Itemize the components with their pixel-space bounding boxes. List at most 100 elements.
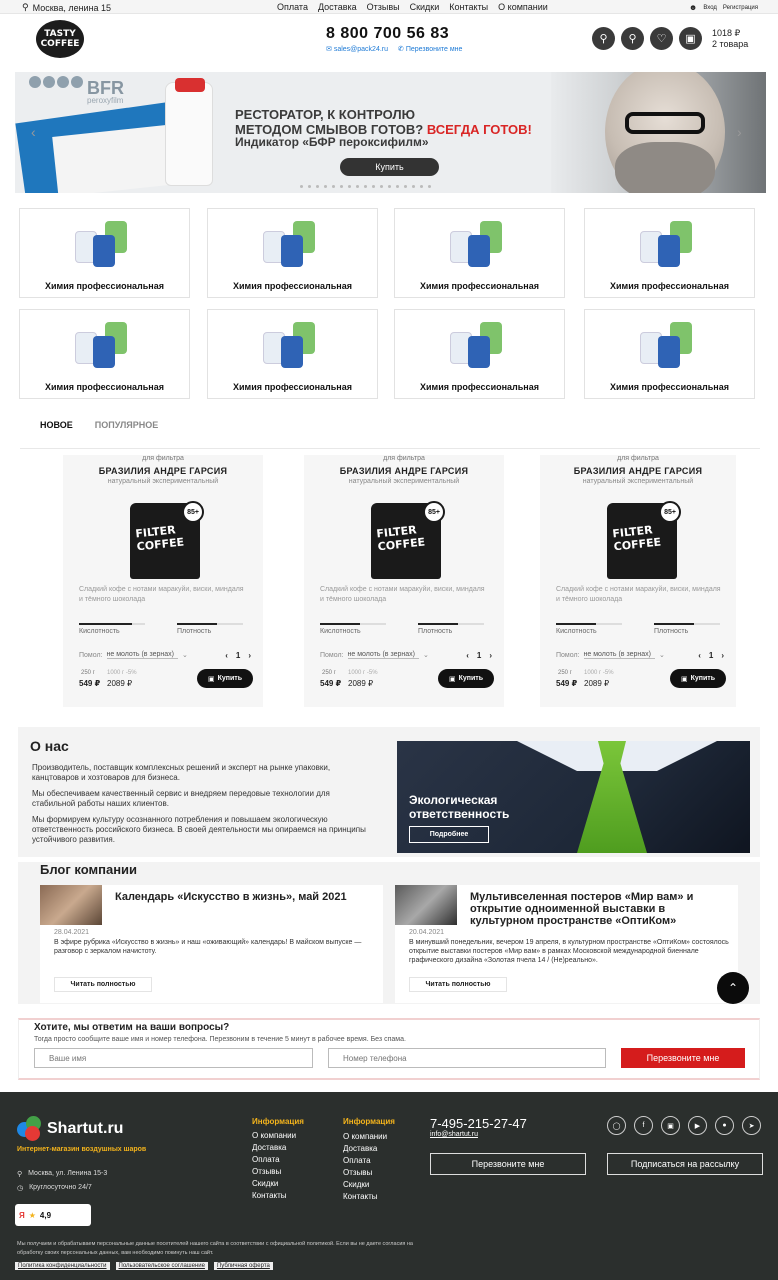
footer-link[interactable]: О компании	[343, 1132, 387, 1141]
facebook-icon[interactable]: f	[634, 1116, 653, 1135]
grind-select[interactable]: не молоть (в зернах)	[583, 651, 655, 659]
top-nav-contacts[interactable]: Контакты	[449, 2, 488, 12]
slide-dot[interactable]	[396, 185, 399, 188]
footer-link[interactable]: Оплата	[343, 1156, 387, 1165]
blog-post-title[interactable]: Мультивселенная постеров «Мир вам» и отк…	[470, 891, 732, 927]
tab-new[interactable]: НОВОЕ	[40, 420, 73, 430]
weight-option-1000[interactable]: 1000 г -5%	[107, 670, 137, 676]
pinterest-icon[interactable]: ●	[715, 1116, 734, 1135]
slide-dot[interactable]	[316, 185, 319, 188]
weight-option-1000[interactable]: 1000 г -5%	[348, 670, 378, 676]
category-card[interactable]: Химия профессиональная	[584, 208, 755, 298]
instagram-icon[interactable]: ◯	[607, 1116, 626, 1135]
slide-dot[interactable]	[380, 185, 383, 188]
grind-select[interactable]: не молоть (в зернах)	[106, 651, 178, 659]
header-phone[interactable]: 8 800 700 56 83	[326, 25, 449, 43]
blog-post-read-button[interactable]: Читать полностью	[409, 977, 507, 992]
login-link[interactable]: Вход	[703, 5, 717, 11]
blog-post-title[interactable]: Календарь «Искусство в жизнь», май 2021	[115, 891, 377, 903]
footer-email[interactable]: info@shartut.ru	[430, 1131, 478, 1138]
grind-select[interactable]: не молоть (в зернах)	[347, 651, 419, 659]
slide-dot[interactable]	[420, 185, 423, 188]
buy-button[interactable]: ▣ Купить	[197, 669, 253, 688]
category-card[interactable]: Химия профессиональная	[394, 309, 565, 399]
youtube-icon[interactable]: ▶	[688, 1116, 707, 1135]
coffee-bag-image[interactable]: FILTER COFFEE 85+	[130, 501, 204, 579]
register-link[interactable]: Регистрация	[723, 5, 758, 11]
slide-dot[interactable]	[364, 185, 367, 188]
top-nav-about[interactable]: О компании	[498, 2, 548, 12]
category-card[interactable]: Химия профессиональная	[207, 309, 378, 399]
slide-dot[interactable]	[412, 185, 415, 188]
footer-link[interactable]: О компании	[252, 1131, 296, 1140]
cart-icon[interactable]: ▣	[679, 27, 702, 50]
phone-input[interactable]	[328, 1048, 606, 1068]
scroll-top-button[interactable]: ⌃	[717, 972, 749, 1004]
slide-dot[interactable]	[428, 185, 431, 188]
eco-more-button[interactable]: Подробнее	[409, 826, 489, 843]
callback-submit-button[interactable]: Перезвоните мне	[621, 1048, 745, 1068]
header-email[interactable]: ✉ sales@pack24.ru	[326, 45, 388, 53]
slide-dot[interactable]	[332, 185, 335, 188]
tab-popular[interactable]: ПОПУЛЯРНОЕ	[95, 420, 158, 430]
telegram-icon[interactable]: ➤	[742, 1116, 761, 1135]
top-nav-discounts[interactable]: Скидки	[410, 2, 440, 12]
footer-callback-button[interactable]: Перезвоните мне	[430, 1153, 586, 1175]
footer-link[interactable]: Контакты	[343, 1192, 387, 1201]
qty-decrease-icon[interactable]: ‹	[698, 651, 701, 660]
footer-link[interactable]: Скидки	[252, 1179, 296, 1188]
blog-post-read-button[interactable]: Читать полностью	[54, 977, 152, 992]
search-alt-icon[interactable]: ⚲	[621, 27, 644, 50]
grind-selector[interactable]: Помол: не молоть (в зернах) ⌄	[320, 651, 429, 659]
footer-phone[interactable]: 7-495-215-27-47	[430, 1116, 527, 1131]
coffee-bag-image[interactable]: FILTER COFFEE 85+	[607, 501, 681, 579]
public-offer-link[interactable]: Публичная оферта	[213, 1262, 273, 1270]
footer-link[interactable]: Контакты	[252, 1191, 296, 1200]
blog-post[interactable]: Мультивселенная постеров «Мир вам» и отк…	[395, 885, 738, 1003]
slide-dot[interactable]	[300, 185, 303, 188]
slide-dot[interactable]	[404, 185, 407, 188]
weight-option-250[interactable]: 250 г	[81, 670, 95, 676]
footer-link[interactable]: Отзывы	[343, 1168, 387, 1177]
product-card[interactable]: для фильтра БРАЗИЛИЯ АНДРЕ ГАРСИЯ натураль…	[304, 455, 504, 707]
product-name[interactable]: БРАЗИЛИЯ АНДРЕ ГАРСИЯ	[304, 466, 504, 476]
slide-dot[interactable]	[348, 185, 351, 188]
qty-increase-icon[interactable]: ›	[248, 651, 251, 660]
product-card[interactable]: для фильтра БРАЗИЛИЯ АНДРЕ ГАРСИЯ натураль…	[63, 455, 263, 707]
eco-card[interactable]: Экологическая ответственность Подробнее	[397, 741, 750, 853]
footer-link[interactable]: Доставка	[252, 1143, 296, 1152]
grind-selector[interactable]: Помол: не молоть (в зернах) ⌄	[79, 651, 188, 659]
footer-link[interactable]: Отзывы	[252, 1167, 296, 1176]
footer-link[interactable]: Оплата	[252, 1155, 296, 1164]
weight-option-250[interactable]: 250 г	[322, 670, 336, 676]
slide-dot[interactable]	[308, 185, 311, 188]
yandex-rating[interactable]: Я ★ 4,9	[15, 1204, 91, 1226]
footer-link[interactable]: Скидки	[343, 1180, 387, 1189]
qty-decrease-icon[interactable]: ‹	[466, 651, 469, 660]
top-nav-delivery[interactable]: Доставка	[318, 2, 357, 12]
slide-dot[interactable]	[324, 185, 327, 188]
promo-banner[interactable]: BFR peroxyfilm РЕСТОРАТОР, К КОНТРОЛЮ МЕ…	[15, 72, 766, 193]
top-nav-reviews[interactable]: Отзывы	[367, 2, 400, 12]
banner-buy-button[interactable]: Купить	[340, 158, 439, 176]
banner-next-icon[interactable]: ›	[737, 124, 742, 140]
qty-increase-icon[interactable]: ›	[721, 651, 724, 660]
category-card[interactable]: Химия профессиональная	[394, 208, 565, 298]
banner-prev-icon[interactable]: ‹	[31, 124, 36, 140]
category-card[interactable]: Химия профессиональная	[584, 309, 755, 399]
blog-post[interactable]: Календарь «Искусство в жизнь», май 2021 …	[40, 885, 383, 1003]
footer-link[interactable]: Доставка	[343, 1144, 387, 1153]
slide-dot[interactable]	[340, 185, 343, 188]
subscribe-button[interactable]: Подписаться на рассылку	[607, 1153, 763, 1175]
site-logo[interactable]: TASTY COFFEE	[27, 16, 93, 62]
product-name[interactable]: БРАЗИЛИЯ АНДРЕ ГАРСИЯ	[540, 466, 736, 476]
city-selector[interactable]: ⚲ Москва, ленина 15	[22, 2, 111, 13]
header-callback[interactable]: ✆ Перезвоните мне	[398, 45, 462, 53]
product-card[interactable]: для фильтра БРАЗИЛИЯ АНДРЕ ГАРСИЯ натураль…	[540, 455, 736, 707]
slide-dot[interactable]	[372, 185, 375, 188]
vk-icon[interactable]: ▣	[661, 1116, 680, 1135]
slide-dot[interactable]	[388, 185, 391, 188]
cart-summary[interactable]: 1018 ₽ 2 товара	[712, 28, 748, 50]
buy-button[interactable]: ▣ Купить	[438, 669, 494, 688]
privacy-policy-link[interactable]: Политика конфиденциальности	[15, 1262, 110, 1270]
